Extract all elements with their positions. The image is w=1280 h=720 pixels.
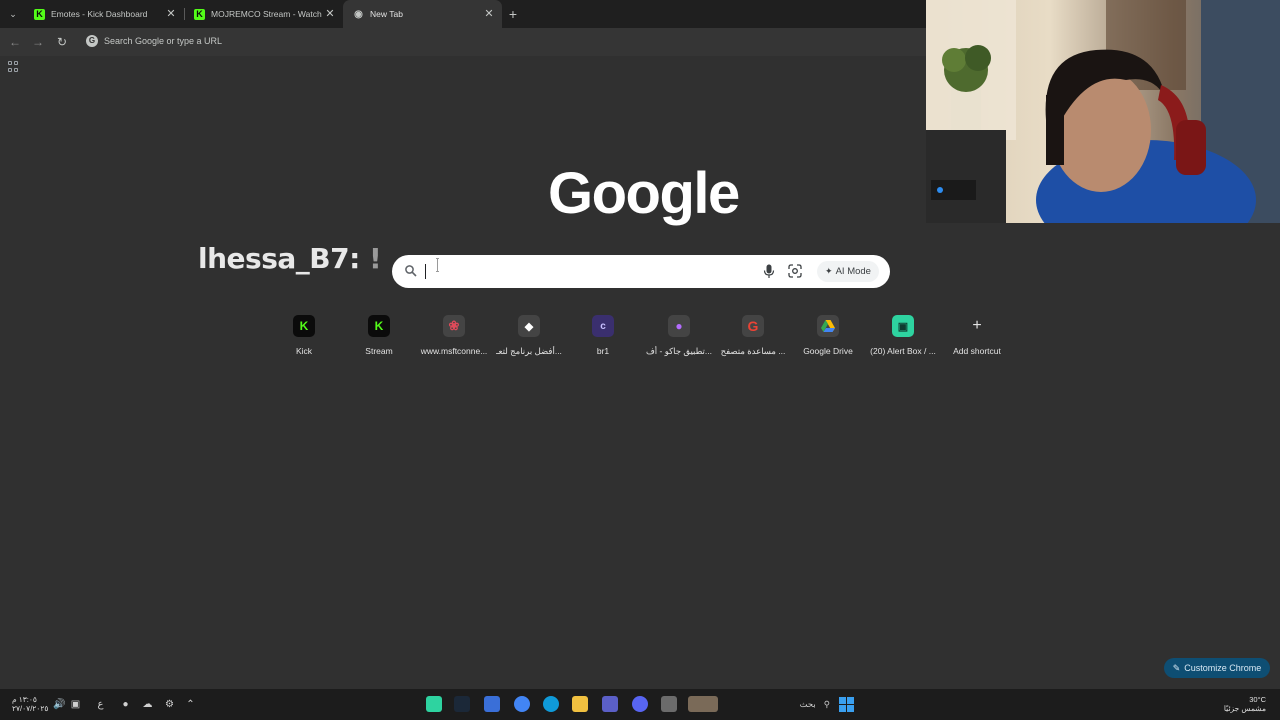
shortcut-label: br1 [596, 346, 610, 356]
shortcut-alert-box[interactable]: ▣ (20) Alert Box / ... [864, 312, 942, 356]
tab-strip: ⌄ K Emotes - Kick Dashboard ✕ K MOJREMCO… [0, 0, 926, 28]
kick-icon: K [194, 8, 205, 20]
tab-search-chevron-icon[interactable]: ⌄ [5, 6, 21, 22]
alertbox-icon: ▣ [892, 315, 914, 337]
microphone-icon[interactable] [763, 264, 775, 279]
store-icon[interactable] [484, 696, 500, 712]
shortcut-msftconnect[interactable]: ❀ www.msftconne... [415, 312, 493, 356]
weather-condition: مشمس جزئيًا [1223, 704, 1266, 713]
search-icon [405, 265, 417, 277]
steam-icon[interactable] [454, 696, 470, 712]
diamond-icon: ◆ [518, 315, 540, 337]
weather-widget[interactable]: 30°C مشمس جزئيًا [1224, 695, 1266, 713]
toolbar: ← → ↻ G Search Google or type a URL [0, 28, 926, 56]
shortcut-best-program[interactable]: ◆ أفضل برنامج لتعـ... [490, 312, 568, 357]
shortcut-label: Stream [365, 346, 393, 356]
close-icon[interactable]: ✕ [164, 7, 178, 21]
shortcut-kick[interactable]: K Kick [265, 312, 343, 356]
omnibox[interactable]: Search Google or type a URL [104, 36, 222, 46]
shortcut-br1[interactable]: c br1 [564, 312, 642, 356]
c-icon: c [592, 315, 614, 337]
kick-icon: K [368, 315, 390, 337]
microphone-icon[interactable]: ● [118, 697, 133, 712]
clock-time: ١٣:٠٥ م [12, 695, 37, 704]
shortcut-google-drive[interactable]: Google Drive [789, 312, 867, 356]
chat-message-fragment: ! [369, 242, 382, 275]
tab-emotes[interactable]: K Emotes - Kick Dashboard ✕ [24, 0, 184, 28]
ai-search-spark-icon: ✦ [825, 266, 833, 276]
app-icon[interactable] [661, 696, 677, 712]
shortcut-jaco[interactable]: ● تطبيق جاكو - أف... [640, 312, 718, 357]
text-cursor-icon [436, 258, 439, 272]
search-icon: ⚲ [823, 698, 830, 709]
shortcut-label: Add shortcut [953, 346, 1001, 356]
search-label: بحث [799, 698, 816, 709]
onedrive-icon[interactable]: ☁ [140, 697, 155, 712]
windows-start-icon[interactable] [839, 697, 854, 712]
shortcut-label: www.msftconne... [420, 346, 488, 356]
webcam-feed-image [926, 0, 1280, 223]
jaco-icon: ● [668, 315, 690, 337]
forward-arrow-icon[interactable]: → [30, 34, 46, 50]
discord-icon[interactable] [632, 696, 648, 712]
close-icon[interactable]: ✕ [482, 7, 496, 21]
drive-icon [817, 315, 839, 337]
chevron-up-icon[interactable]: ⌃ [183, 697, 198, 712]
tray-app-icon[interactable]: ⚙ [162, 697, 177, 712]
tab-title: Emotes - Kick Dashboard [51, 9, 148, 19]
shortcut-label: Kick [295, 346, 313, 356]
shortcut-label: تطبيق جاكو - أف... [645, 346, 713, 356]
huawei-icon: ❀ [443, 315, 465, 337]
customize-label: Customize Chrome [1184, 663, 1262, 673]
network-icon[interactable]: ▣ [68, 697, 83, 712]
chrome-icon: ◉ [354, 8, 363, 20]
volume-icon[interactable]: 🔊 [52, 697, 67, 712]
tab-title: MOJREMCO Stream - Watch Li [211, 9, 323, 19]
weather-temperature: 30°C [1249, 695, 1266, 704]
shortcut-stream[interactable]: K Stream [340, 312, 418, 356]
stream-chat-overlay: lhessa_B7: ! [198, 242, 382, 275]
reload-icon[interactable]: ↻ [54, 34, 70, 50]
edge-icon[interactable] [543, 696, 559, 712]
google-g-icon: G [86, 35, 98, 47]
webcam-overlay [926, 0, 1280, 223]
pencil-icon: ✎ [1172, 662, 1181, 673]
google-lens-icon[interactable] [788, 264, 802, 278]
ai-mode-button[interactable]: ✦ AI Mode [817, 261, 879, 282]
windows-taskbar: ١٣:٠٥ م ٢٧/٠٧/٢٠٢٥ 🔊 ▣ ع ● ☁ ⚙ ⌃ بحث ⚲ 3… [0, 689, 1280, 720]
shortcut-label: Google Drive [803, 346, 853, 356]
customize-chrome-button[interactable]: ✎ Customize Chrome [1164, 658, 1270, 678]
new-tab-plus-icon[interactable]: + [505, 6, 521, 22]
text-caret [425, 264, 426, 279]
alertbox-app-icon[interactable] [426, 696, 442, 712]
chrome-icon[interactable] [514, 696, 530, 712]
plus-icon: + [972, 317, 982, 334]
kick-icon: K [34, 8, 45, 20]
tab-new-tab[interactable]: ◉ New Tab ✕ [343, 0, 502, 28]
file-explorer-icon[interactable] [572, 696, 588, 712]
taskbar-search[interactable]: بحث ⚲ [770, 695, 830, 713]
search-highlight-image [688, 696, 718, 712]
teams-icon[interactable] [602, 696, 618, 712]
tab-title: New Tab [370, 9, 403, 19]
search-box[interactable]: ✦ AI Mode [392, 255, 890, 288]
shortcut-browser-help[interactable]: G مساعدة متصفح ... [714, 312, 792, 357]
back-arrow-icon[interactable]: ← [7, 34, 23, 50]
ai-mode-label: AI Mode [835, 266, 871, 277]
shortcut-add[interactable]: + Add shortcut [938, 312, 1016, 356]
clock-date: ٢٧/٠٧/٢٠٢٥ [12, 704, 49, 713]
kick-icon: K [293, 315, 315, 337]
keyboard-language[interactable]: ع [93, 697, 108, 712]
google-icon: G [742, 315, 764, 337]
apps-grid-icon[interactable] [8, 61, 19, 72]
tab-mojremco[interactable]: K MOJREMCO Stream - Watch Li ✕ [184, 0, 343, 28]
chat-username: lhessa_B7: [198, 242, 360, 275]
system-clock[interactable]: ١٣:٠٥ م ٢٧/٠٧/٢٠٢٥ [12, 695, 48, 713]
shortcut-label: (20) Alert Box / ... [870, 346, 936, 356]
shortcut-label: مساعدة متصفح ... [720, 346, 786, 356]
google-logo: Google [548, 161, 740, 226]
close-icon[interactable]: ✕ [323, 7, 337, 21]
search-input[interactable] [428, 261, 752, 283]
shortcut-label: أفضل برنامج لتعـ... [496, 346, 562, 356]
